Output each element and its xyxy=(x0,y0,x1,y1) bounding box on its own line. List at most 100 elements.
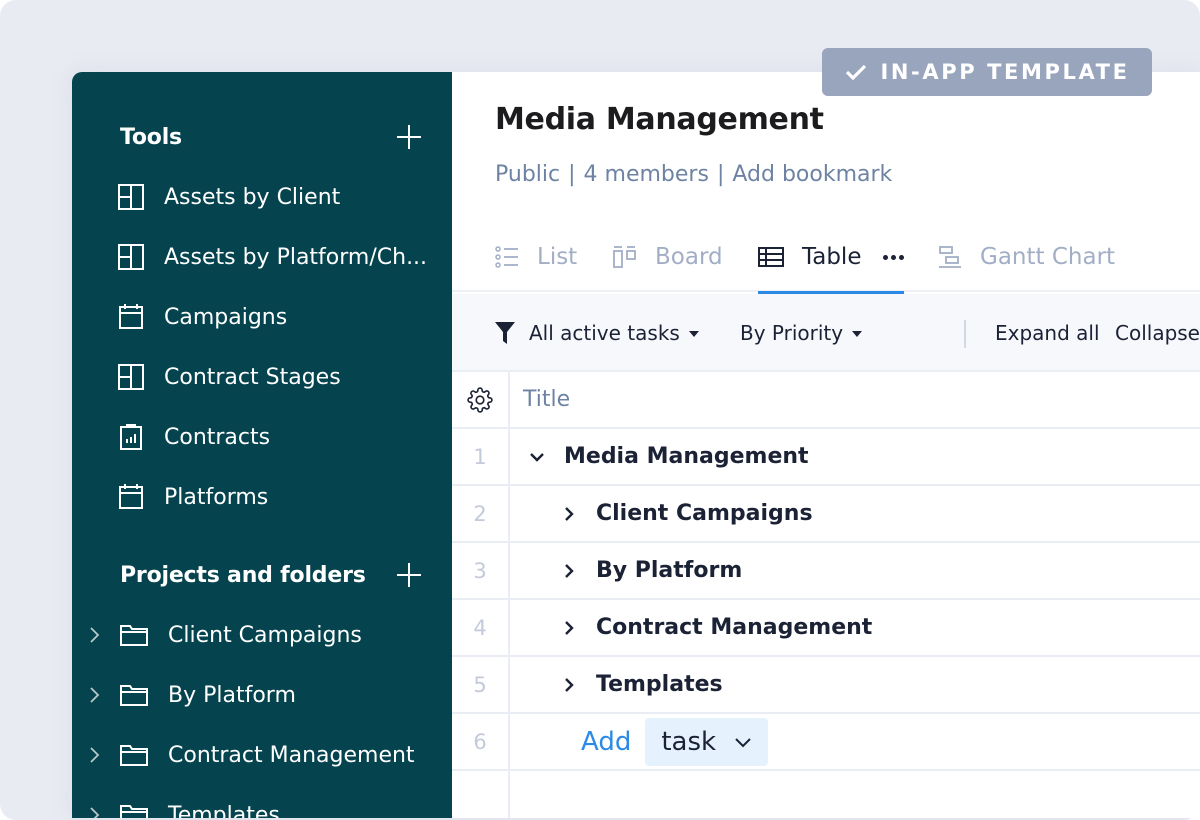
table-row[interactable]: 5 Templates xyxy=(452,657,1200,714)
chevron-right-icon[interactable] xyxy=(560,620,578,636)
sidebar-folder-by-platform[interactable]: By Platform xyxy=(88,675,296,715)
sidebar-item-label: Contracts xyxy=(164,424,271,450)
toolbar-divider xyxy=(964,320,966,348)
projects-heading: Projects and folders xyxy=(120,562,366,588)
gear-icon[interactable] xyxy=(452,372,508,427)
folder-icon xyxy=(120,683,148,707)
table-toolbar: All active tasks By Priority Expand all … xyxy=(452,294,1200,372)
sidebar-item-label: Campaigns xyxy=(164,304,288,330)
add-project-button[interactable] xyxy=(396,562,422,588)
table-row[interactable]: 2 Client Campaigns xyxy=(452,486,1200,543)
tools-heading: Tools xyxy=(120,124,182,150)
gantt-icon xyxy=(938,245,962,269)
members-link[interactable]: 4 members xyxy=(584,162,709,187)
sidebar-folder-client-campaigns[interactable]: Client Campaigns xyxy=(88,615,362,655)
table-row[interactable]: 1 Media Management xyxy=(452,429,1200,486)
chevron-right-icon[interactable] xyxy=(88,746,106,764)
tab-label: Board xyxy=(655,244,723,270)
table-icon xyxy=(758,247,784,267)
meta-separator: | xyxy=(568,162,576,187)
board-icon xyxy=(118,184,144,210)
item-type-label: task xyxy=(661,726,717,757)
chevron-right-icon[interactable] xyxy=(560,563,578,579)
check-icon xyxy=(844,62,868,82)
table-row[interactable]: 4 Contract Management xyxy=(452,600,1200,657)
tab-label: Table xyxy=(802,244,862,270)
caret-down-icon xyxy=(688,331,699,337)
tab-board[interactable]: Board xyxy=(613,222,723,292)
more-options-icon[interactable] xyxy=(883,254,905,260)
table-header-row: Title xyxy=(452,372,1200,429)
sidebar-item-label: Contract Management xyxy=(168,742,415,768)
sidebar-folder-templates[interactable]: Templates xyxy=(88,795,280,818)
tab-gantt-chart[interactable]: Gantt Chart xyxy=(938,222,1115,292)
chevron-right-icon[interactable] xyxy=(560,677,578,693)
task-title[interactable]: Contract Management xyxy=(596,615,872,640)
item-type-select[interactable]: task xyxy=(645,717,769,766)
tab-label: Gantt Chart xyxy=(980,244,1116,270)
tools-section-header: Tools xyxy=(120,122,422,152)
add-task-button[interactable]: Add xyxy=(581,727,631,757)
sidebar-folder-contract-management[interactable]: Contract Management xyxy=(88,735,415,775)
sidebar-item-assets-by-platform[interactable]: Assets by Platform/Ch... xyxy=(118,237,427,277)
chevron-right-icon[interactable] xyxy=(560,506,578,522)
sidebar-item-platforms[interactable]: Platforms xyxy=(118,477,268,517)
page-title: Media Management xyxy=(495,102,824,137)
main-panel: Media Management Public | 4 members | Ad… xyxy=(452,72,1200,818)
chevron-right-icon[interactable] xyxy=(88,626,106,644)
filter-label: All active tasks xyxy=(529,321,680,345)
report-icon xyxy=(118,424,144,450)
chevron-down-icon[interactable] xyxy=(528,451,546,463)
folder-icon xyxy=(120,623,148,647)
folder-icon xyxy=(120,743,148,767)
row-number: 1 xyxy=(473,444,487,469)
board-view-icon xyxy=(613,245,637,269)
add-tool-button[interactable] xyxy=(396,124,422,150)
folder-icon xyxy=(120,803,148,818)
column-header-title[interactable]: Title xyxy=(523,387,570,412)
visibility-link[interactable]: Public xyxy=(495,162,560,187)
sidebar-item-contract-stages[interactable]: Contract Stages xyxy=(118,357,341,397)
sidebar-item-label: Templates xyxy=(168,802,280,819)
screenshot-frame: Tools Assets by Client Assets by Platfor… xyxy=(0,0,1200,820)
view-tabs: List Board Table Gantt Chart xyxy=(452,222,1200,294)
row-number: 5 xyxy=(473,672,487,697)
meta-separator: | xyxy=(716,162,725,187)
project-meta: Public | 4 members | Add bookmark xyxy=(495,162,892,187)
in-app-template-badge: IN-APP TEMPLATE xyxy=(822,48,1152,96)
sidebar-item-label: By Platform xyxy=(168,682,296,708)
sidebar: Tools Assets by Client Assets by Platfor… xyxy=(72,72,452,818)
task-title[interactable]: By Platform xyxy=(596,558,742,583)
chevron-down-icon xyxy=(734,736,752,748)
task-title[interactable]: Templates xyxy=(596,672,723,697)
sort-dropdown[interactable]: By Priority xyxy=(740,294,863,372)
add-task-row: 6 Add task xyxy=(452,714,1200,771)
sidebar-item-label: Platforms xyxy=(164,484,269,510)
task-title[interactable]: Client Campaigns xyxy=(596,501,813,526)
sidebar-item-campaigns[interactable]: Campaigns xyxy=(118,297,287,337)
collapse-all-button[interactable]: Collapse all xyxy=(1115,294,1200,372)
expand-all-button[interactable]: Expand all xyxy=(995,294,1100,372)
table-row[interactable]: 3 By Platform xyxy=(452,543,1200,600)
chevron-right-icon[interactable] xyxy=(88,806,106,818)
task-title[interactable]: Media Management xyxy=(564,444,809,469)
chevron-right-icon[interactable] xyxy=(88,686,106,704)
sidebar-item-contracts[interactable]: Contracts xyxy=(118,417,270,457)
list-icon xyxy=(495,246,519,268)
calendar-icon xyxy=(118,304,144,330)
board-icon xyxy=(118,244,144,270)
tab-table[interactable]: Table xyxy=(758,222,905,294)
sidebar-item-label: Assets by Platform/Ch... xyxy=(164,244,428,270)
projects-section-header: Projects and folders xyxy=(120,560,422,590)
sidebar-item-assets-by-client[interactable]: Assets by Client xyxy=(118,177,340,217)
tab-list[interactable]: List xyxy=(495,222,577,292)
tab-label: List xyxy=(537,244,578,270)
filter-dropdown[interactable]: All active tasks xyxy=(495,294,699,372)
calendar-icon xyxy=(118,484,144,510)
row-number: 4 xyxy=(473,615,487,640)
add-bookmark-link[interactable]: Add bookmark xyxy=(732,162,892,187)
row-number: 6 xyxy=(473,729,487,754)
app-window: Tools Assets by Client Assets by Platfor… xyxy=(72,72,1200,818)
row-number: 3 xyxy=(473,558,487,583)
board-icon xyxy=(118,364,144,390)
